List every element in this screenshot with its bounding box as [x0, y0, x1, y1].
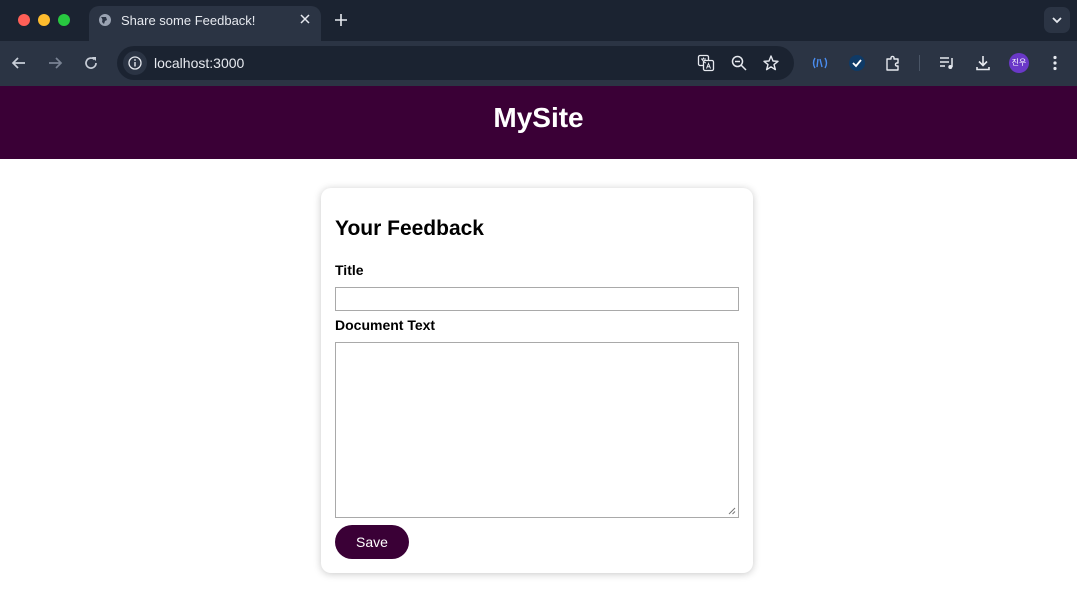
form-heading: Your Feedback: [335, 217, 484, 240]
browser-tabstrip: Share some Feedback!: [0, 0, 1077, 41]
forward-arrow-icon[interactable]: [46, 54, 64, 72]
browser-toolbar: localhost:3000 진우: [0, 41, 1077, 86]
media-queue-icon[interactable]: [938, 54, 956, 72]
tab-title: Share some Feedback!: [121, 13, 256, 28]
title-input[interactable]: [335, 287, 739, 311]
globe-icon: [99, 14, 111, 26]
chevron-down-icon: [1052, 17, 1062, 24]
tab-search-button[interactable]: [1044, 7, 1070, 33]
maximize-window-button[interactable]: [58, 14, 70, 26]
extension-broadcast-icon[interactable]: [811, 54, 829, 72]
new-tab-icon[interactable]: [333, 12, 349, 28]
close-window-button[interactable]: [18, 14, 30, 26]
profile-avatar[interactable]: 진우: [1009, 53, 1029, 73]
feedback-form-card: Your Feedback Title Document Text Save: [321, 188, 753, 573]
document-text-area[interactable]: [335, 342, 739, 518]
address-bar[interactable]: localhost:3000: [117, 46, 794, 80]
site-info-button[interactable]: [123, 51, 147, 75]
url-host: localhost: [154, 55, 210, 71]
reload-icon[interactable]: [82, 54, 100, 72]
translate-icon[interactable]: [697, 54, 715, 72]
extensions-puzzle-icon[interactable]: [884, 54, 902, 72]
zoom-out-icon[interactable]: [730, 54, 748, 72]
site-header: MySite: [0, 86, 1077, 159]
url-text[interactable]: localhost:3000: [154, 55, 244, 71]
site-title[interactable]: MySite: [0, 102, 1077, 134]
toolbar-divider: [919, 55, 920, 71]
title-label: Title: [335, 262, 364, 278]
minimize-window-button[interactable]: [38, 14, 50, 26]
info-icon: [128, 56, 142, 70]
resize-grip-icon[interactable]: [728, 507, 736, 515]
download-icon[interactable]: [974, 54, 992, 72]
bookmark-star-icon[interactable]: [762, 54, 780, 72]
more-menu-icon[interactable]: [1046, 54, 1064, 72]
document-text-label: Document Text: [335, 317, 436, 333]
close-tab-icon[interactable]: [298, 12, 312, 26]
browser-tab[interactable]: Share some Feedback!: [89, 6, 321, 41]
extension-check-icon[interactable]: [848, 54, 866, 72]
back-arrow-icon[interactable]: [10, 54, 28, 72]
url-port: :3000: [209, 55, 245, 71]
save-button[interactable]: Save: [335, 525, 409, 559]
